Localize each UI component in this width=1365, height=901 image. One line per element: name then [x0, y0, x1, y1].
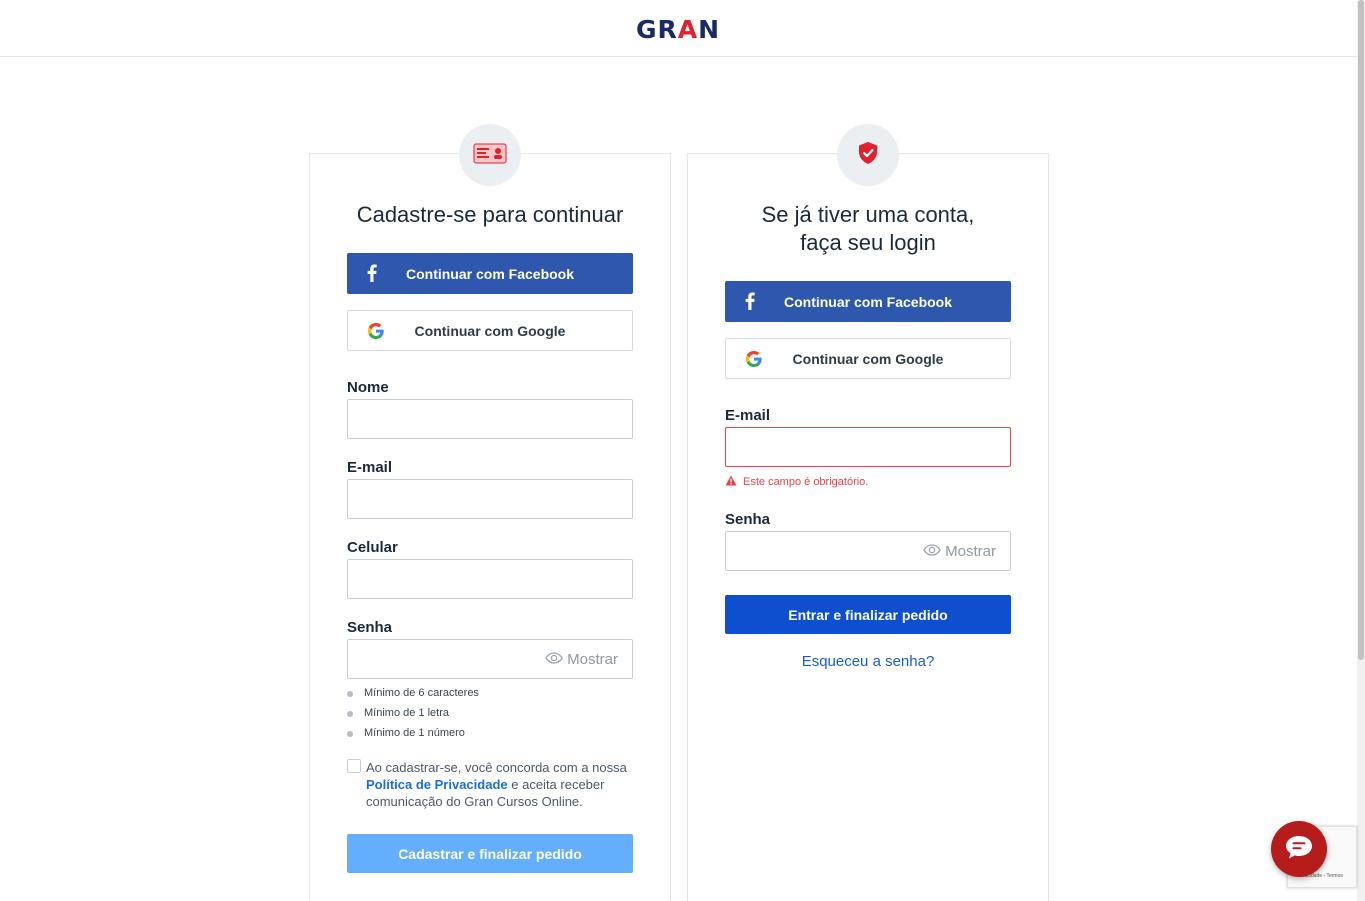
login-show-password-toggle[interactable]: Mostrar — [923, 543, 996, 560]
privacy-policy-link[interactable]: Política de Privacidade — [366, 777, 508, 792]
signup-password-field[interactable]: Mostrar — [347, 639, 633, 679]
login-password-label: Senha — [725, 511, 771, 528]
id-card-badge — [459, 124, 521, 186]
login-submit-button[interactable]: Entrar e finalizar pedido — [725, 595, 1011, 634]
login-password-field[interactable]: Mostrar — [725, 531, 1011, 571]
login-email-label: E-mail — [725, 407, 771, 424]
signup-google-button[interactable]: Continuar com Google — [347, 310, 633, 351]
login-heading: Se já tiver uma conta, faça seu login — [761, 202, 975, 255]
name-field[interactable] — [347, 399, 633, 439]
login-google-button[interactable]: Continuar com Google — [725, 338, 1011, 379]
scrollbar-thumb[interactable] — [1358, 0, 1364, 660]
gran-logo[interactable]: GRAN — [636, 15, 720, 45]
password-rule: Mínimo de 6 caracteres — [347, 687, 479, 699]
signup-submit-button[interactable]: Cadastrar e finalizar pedido — [347, 834, 633, 873]
consent-checkbox[interactable] — [347, 759, 361, 773]
warning-icon — [725, 475, 737, 489]
signup-heading: Cadastre-se para continuar — [356, 202, 624, 227]
signup-show-password-toggle[interactable]: Mostrar — [545, 651, 618, 668]
signup-facebook-button[interactable]: Continuar com Facebook — [347, 253, 633, 294]
login-facebook-button[interactable]: Continuar com Facebook — [725, 281, 1011, 322]
chat-button[interactable] — [1271, 821, 1327, 877]
phone-field[interactable] — [347, 559, 633, 599]
google-icon — [746, 351, 762, 370]
chat-bubble-icon — [1284, 834, 1314, 865]
email-error-message: Este campo é obrigatório. — [725, 475, 868, 489]
page-scrollbar[interactable] — [1357, 0, 1365, 901]
login-email-field[interactable] — [725, 427, 1011, 467]
id-card-icon — [473, 141, 507, 170]
shield-check-icon — [857, 141, 879, 170]
signup-email-label: E-mail — [347, 459, 393, 476]
phone-label: Celular — [347, 539, 398, 556]
google-icon — [368, 323, 384, 342]
signup-password-label: Senha — [347, 619, 393, 636]
password-rule: Mínimo de 1 letra — [347, 707, 449, 719]
eye-icon — [545, 651, 563, 668]
facebook-icon — [745, 292, 755, 313]
name-label: Nome — [347, 379, 389, 396]
top-header: GRAN — [0, 0, 1357, 57]
facebook-icon — [367, 264, 377, 285]
signup-email-field[interactable] — [347, 479, 633, 519]
shield-badge — [837, 124, 899, 186]
eye-icon — [923, 543, 941, 560]
consent-text: Ao cadastrar-se, você concorda com a nos… — [366, 760, 627, 809]
forgot-password-link[interactable]: Esqueceu a senha? — [725, 653, 1011, 670]
password-rule: Mínimo de 1 número — [347, 727, 465, 739]
